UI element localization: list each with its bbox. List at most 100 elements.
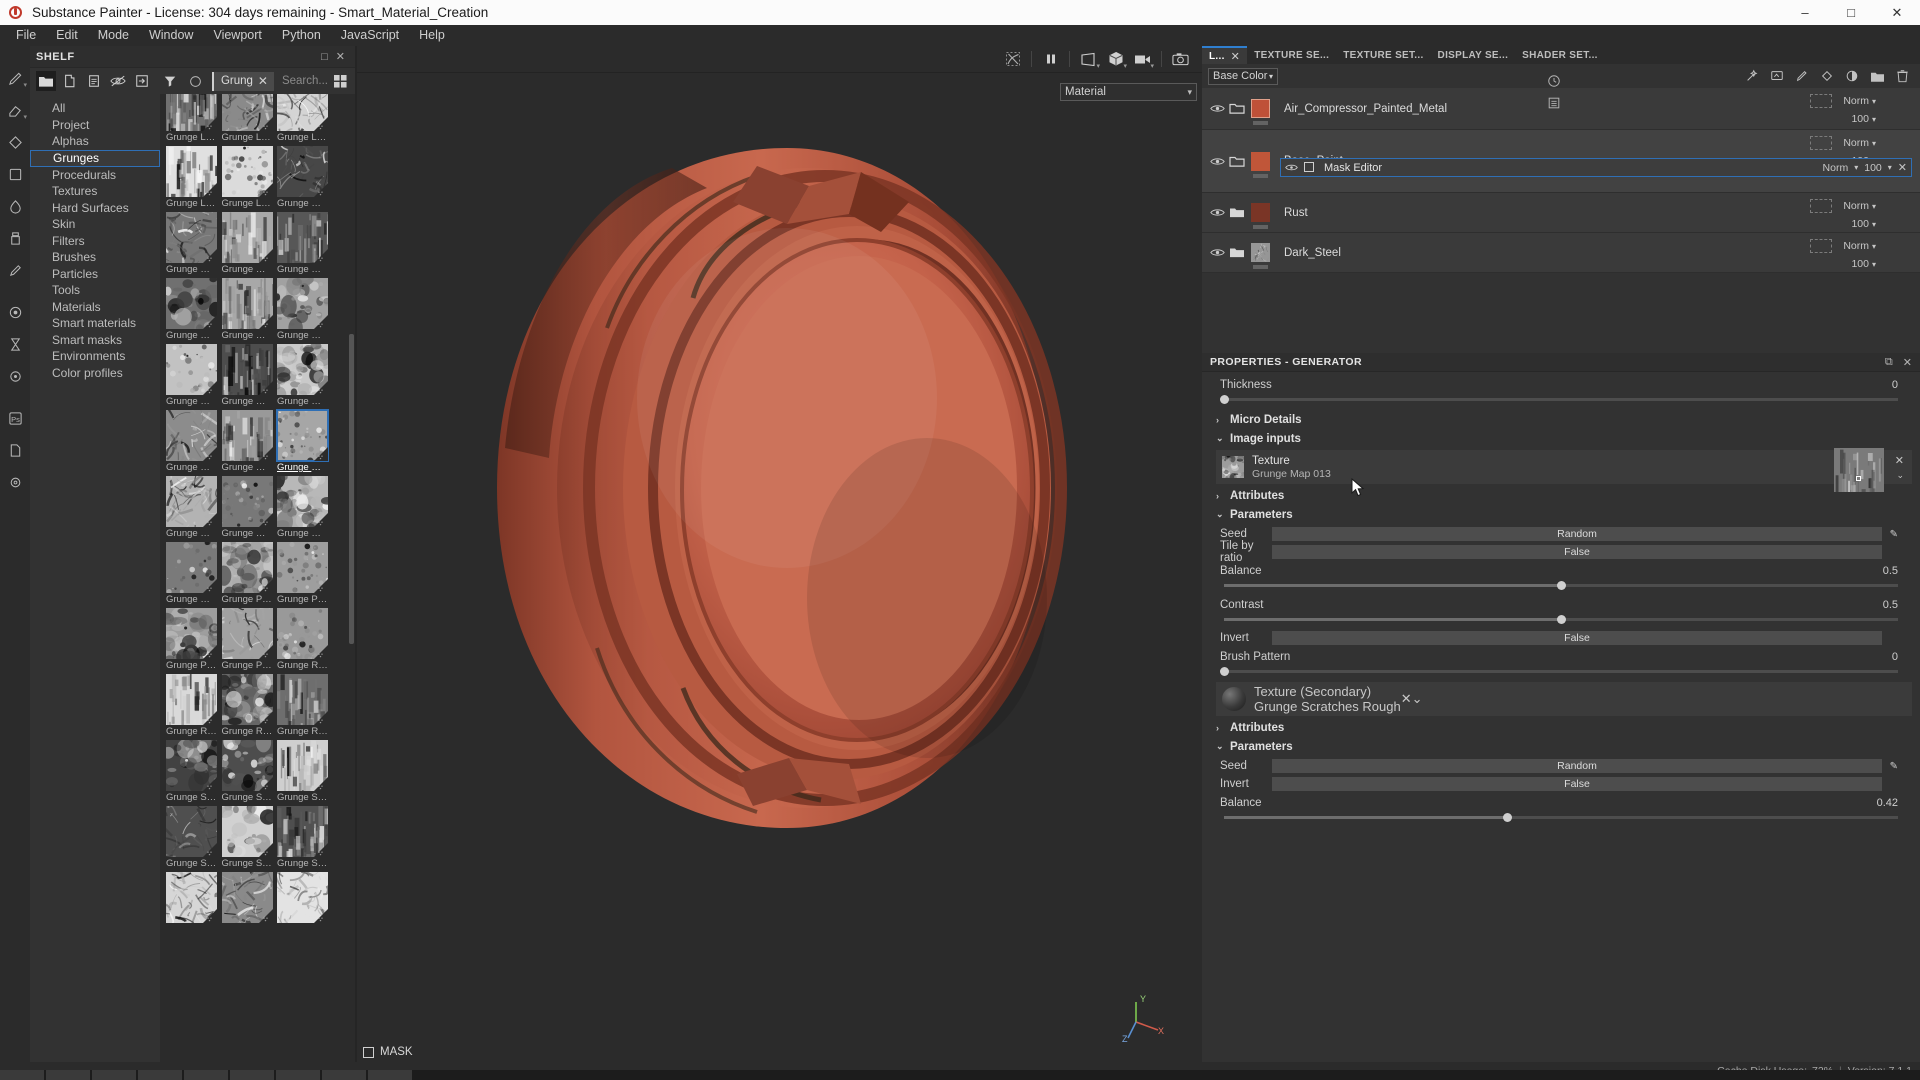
shelf-thumbnail[interactable]: Grunge Ma...	[164, 212, 220, 275]
import-icon[interactable]	[132, 71, 152, 91]
layer-blend-mode[interactable]: Norm ▾	[1843, 240, 1876, 252]
thumbnail-image[interactable]	[221, 344, 273, 395]
category-materials[interactable]: Materials	[30, 299, 160, 316]
shelf-thumbnail[interactable]: Grunge Rus...	[275, 674, 331, 737]
snapshot-icon[interactable]	[1167, 46, 1194, 73]
category-grunges[interactable]: Grunges	[30, 149, 160, 167]
menu-javascript[interactable]: JavaScript	[331, 25, 409, 46]
menu-file[interactable]: File	[6, 25, 46, 46]
shelf-thumbnail[interactable]: Grunge Scr...	[220, 740, 276, 803]
pause-icon[interactable]	[1037, 46, 1064, 73]
circle-icon[interactable]	[186, 71, 206, 91]
thumbnail-image[interactable]	[221, 608, 273, 659]
shelf-thumbnail[interactable]	[220, 872, 276, 924]
thumbnail-image[interactable]	[166, 608, 217, 659]
shelf-scrollbar[interactable]	[349, 334, 354, 644]
param2-0-value[interactable]: Random	[1272, 759, 1882, 773]
taskbar-item[interactable]	[184, 1070, 228, 1080]
attributes-section-2[interactable]: › Attributes	[1202, 718, 1920, 737]
taskbar-item[interactable]	[138, 1070, 182, 1080]
layer-opacity[interactable]: 100▾	[1851, 258, 1876, 270]
thumbnail-image[interactable]	[221, 278, 273, 329]
smudge-tool-icon[interactable]	[0, 190, 30, 222]
texture-input-row[interactable]: Texture Grunge Map 013 ✕ ⌄	[1216, 448, 1912, 492]
param1-1[interactable]: Tile by ratio False	[1220, 540, 1898, 564]
layer-opacity[interactable]: 100▾	[1851, 218, 1876, 230]
shelf-thumbnail[interactable]: Grunge Scr...	[220, 806, 276, 869]
category-brushes[interactable]: Brushes	[30, 249, 160, 266]
edit-pencil-icon[interactable]: ✎	[1882, 529, 1898, 540]
layer-thumbnail[interactable]	[1251, 243, 1270, 269]
history-icon[interactable]	[1542, 70, 1566, 92]
material-mode-select[interactable]: Material ▾	[1060, 83, 1197, 101]
shelf-thumbnail[interactable]: Grunge Ma...	[275, 146, 331, 209]
mask-editor-blend[interactable]: Norm	[1823, 162, 1849, 174]
layer-visibility-eye-icon[interactable]	[1210, 156, 1226, 167]
thumbnail-image[interactable]	[277, 344, 328, 395]
thumbnail-image[interactable]	[166, 212, 217, 263]
param2-1[interactable]: Invert False	[1220, 776, 1898, 792]
taskbar-item[interactable]	[276, 1070, 320, 1080]
texture-secondary-thumbnail[interactable]	[1222, 687, 1246, 711]
thumbnail-image[interactable]	[166, 806, 217, 857]
shelf-thumbnail[interactable]: Grunge Ma...	[220, 410, 276, 473]
particle-icon[interactable]	[0, 360, 30, 392]
taskbar-item[interactable]	[322, 1070, 366, 1080]
shelf-thumbnail[interactable]	[164, 872, 220, 924]
shelf-thumbnail[interactable]: Grunge Scr...	[275, 740, 331, 803]
3d-model-render[interactable]	[457, 128, 1097, 848]
shelf-thumbnail[interactable]: Grunge Lea...	[164, 146, 220, 209]
photoshop-export-icon[interactable]: Ps	[0, 402, 30, 434]
tab-close-icon[interactable]: ✕	[1231, 50, 1241, 63]
thumbnail-image[interactable]	[221, 410, 273, 461]
param1-0[interactable]: Seed Random ✎	[1220, 526, 1898, 542]
clone-tool-icon[interactable]	[0, 222, 30, 254]
fill-icon[interactable]	[1819, 68, 1835, 84]
layer-mask-placeholder[interactable]	[1810, 199, 1832, 213]
menu-edit[interactable]: Edit	[46, 25, 88, 46]
mask-editor-row[interactable]: Mask Editor Norm ▾ 100 ▾ ✕	[1280, 158, 1912, 177]
layer-folder-icon[interactable]	[1226, 206, 1248, 219]
layer-folder-icon[interactable]	[1226, 155, 1248, 168]
param1-4[interactable]: Invert False	[1220, 630, 1898, 646]
attributes-section-1[interactable]: › Attributes	[1202, 486, 1920, 505]
shelf-thumbnail[interactable]: Grunge Ma...	[164, 476, 220, 539]
thumbnail-image[interactable]	[166, 542, 217, 593]
layer-row[interactable]: Rust Norm ▾ 100 ▾	[1202, 193, 1920, 233]
close-button[interactable]: ✕	[1874, 0, 1920, 25]
channel-select[interactable]: Base Color ▾	[1208, 67, 1278, 85]
shelf-thumbnail[interactable]: Grunge Lea...	[164, 94, 220, 143]
filter-tag-close-icon[interactable]: ✕	[258, 74, 268, 88]
thumbnail-image[interactable]	[277, 146, 328, 197]
eraser-tool-icon[interactable]: ▾	[0, 94, 30, 126]
taskbar-item[interactable]	[368, 1070, 412, 1080]
thumbnail-image[interactable]	[166, 94, 217, 131]
menu-mode[interactable]: Mode	[88, 25, 139, 46]
list-icon[interactable]	[1542, 92, 1566, 114]
layer-stack-icon[interactable]	[0, 296, 30, 328]
thumbnail-image[interactable]	[276, 409, 329, 462]
mask-editor-close-icon[interactable]: ✕	[1898, 161, 1907, 174]
shelf-thumbnail[interactable]: Grunge Lea...	[220, 146, 276, 209]
param2-0[interactable]: Seed Random ✎	[1220, 758, 1898, 774]
shelf-thumbnail[interactable]: Grunge Ma...	[164, 344, 220, 407]
properties-close-button[interactable]: ✕	[1903, 356, 1912, 369]
layer-mask-placeholder[interactable]	[1810, 239, 1832, 253]
thumbnail-image[interactable]	[166, 278, 217, 329]
shelf-thumbnail[interactable]: Grunge Ma...	[220, 344, 276, 407]
clipboard-icon[interactable]	[84, 71, 104, 91]
menu-viewport[interactable]: Viewport	[203, 25, 271, 46]
thumbnail-image[interactable]	[166, 344, 217, 395]
document-icon[interactable]	[0, 434, 30, 466]
shelf-thumbnail[interactable]: Grunge Pla...	[220, 608, 276, 671]
texture-secondary-expand-icon[interactable]: ⌄	[1412, 691, 1423, 707]
projection-tool-icon[interactable]	[0, 126, 30, 158]
texture-expand-icon[interactable]: ⌄	[1896, 470, 1904, 481]
thumbnail-image[interactable]	[166, 146, 217, 197]
thumbnail-image[interactable]	[277, 212, 328, 263]
new-file-icon[interactable]	[60, 71, 80, 91]
3d-view-icon[interactable]: ▾	[1102, 46, 1129, 73]
category-project[interactable]: Project	[30, 117, 160, 134]
layer-folder-icon[interactable]	[1226, 102, 1248, 115]
category-tools[interactable]: Tools	[30, 282, 160, 299]
